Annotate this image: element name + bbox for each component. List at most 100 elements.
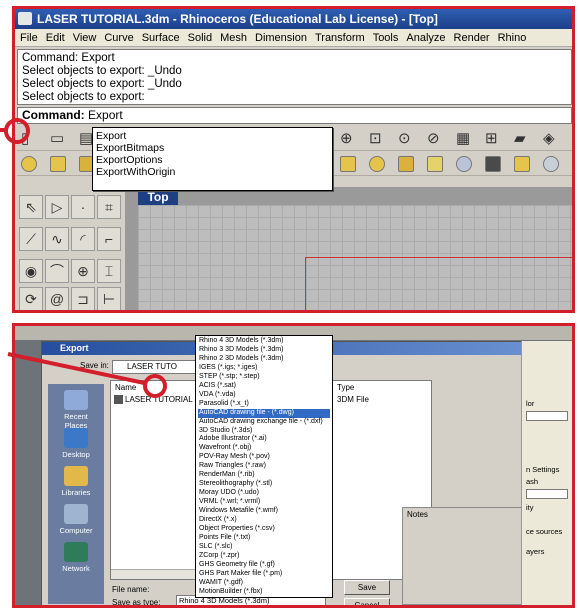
command-value[interactable]: Export — [88, 108, 123, 122]
file-type-option[interactable]: MotionBuilder (*.fbx) — [198, 588, 330, 597]
file-type-option[interactable]: Wavefront (*.obj) — [198, 444, 330, 453]
surface-tool-icon[interactable] — [340, 156, 356, 172]
curve-icon[interactable]: ∿ — [45, 227, 69, 251]
file-type-option[interactable]: ZCorp (*.zpr) — [198, 552, 330, 561]
prop-line: ash — [526, 477, 539, 486]
file-type-option[interactable]: Parasolid (*.x_t) — [198, 400, 330, 409]
line-icon[interactable]: ⟋ — [19, 227, 43, 251]
place-network[interactable]: Network — [52, 542, 100, 573]
file-type-option[interactable]: 3D Studio (*.3ds) — [198, 427, 330, 436]
zoom-extents-icon[interactable]: ⊙ — [398, 131, 414, 147]
select-arrow-icon[interactable]: ⇖ — [19, 195, 43, 219]
file-type-option[interactable]: Raw Triangles (*.raw) — [198, 462, 330, 471]
cancel-button[interactable]: Cancel — [344, 598, 390, 605]
surface-tool-icon[interactable] — [369, 156, 385, 172]
file-type-option[interactable]: XGL (*.xgl) — [198, 597, 330, 598]
menu-item[interactable]: File — [20, 32, 38, 44]
surface-tool-icon[interactable] — [50, 156, 66, 172]
file-type-option[interactable]: Points File (*.txt) — [198, 534, 330, 543]
menu-item[interactable]: View — [73, 32, 97, 44]
zoom-icon[interactable]: ⊕ — [340, 131, 356, 147]
freeform-icon[interactable]: ⌒ — [45, 259, 69, 283]
file-type-option[interactable]: SLC (*.slc) — [198, 543, 330, 552]
surface-tool-icon[interactable] — [427, 156, 443, 172]
place-recent[interactable]: Recent Places — [52, 390, 100, 430]
file-type-option[interactable]: ACIS (*.sat) — [198, 382, 330, 391]
menu-item[interactable]: Analyze — [406, 32, 445, 44]
file-type-option[interactable]: Stereolithography (*.stl) — [198, 480, 330, 489]
polyline-icon[interactable]: ▷ — [45, 195, 69, 219]
file-type-option[interactable]: AutoCAD drawing file - (*.dwg) — [198, 408, 330, 418]
autocomplete-item[interactable]: ExportWithOrigin — [96, 166, 329, 178]
file-type-option[interactable]: Rhino 2 3D Models (*.3dm) — [198, 355, 330, 364]
rectangle-icon[interactable]: ⌗ — [97, 195, 121, 219]
render-icon[interactable]: ◈ — [543, 131, 559, 147]
surface-tool-icon[interactable] — [21, 156, 37, 172]
file-type-option[interactable]: POV-Ray Mesh (*.pov) — [198, 453, 330, 462]
ellipse-icon[interactable]: ⊕ — [71, 259, 95, 283]
menu-item[interactable]: Render — [454, 32, 490, 44]
surface-tool-icon[interactable] — [456, 156, 472, 172]
file-type-option[interactable]: Object Properties (*.csv) — [198, 525, 330, 534]
column-type[interactable]: Type — [337, 383, 354, 392]
file-type-option[interactable]: AutoCAD drawing exchange file - (*.dxf) — [198, 418, 330, 427]
layer-icon[interactable]: ▦ — [456, 131, 472, 147]
prop-field[interactable] — [526, 489, 568, 499]
offset-icon[interactable]: ⊐ — [71, 287, 95, 310]
menu-item[interactable]: Rhino — [498, 32, 527, 44]
file-type-option[interactable]: Adobe Illustrator (*.ai) — [198, 435, 330, 444]
file-type-option[interactable]: VDA (*.vda) — [198, 391, 330, 400]
helix-icon[interactable]: ⟳ — [19, 287, 43, 310]
file-type-list[interactable]: Rhino 4 3D Models (*.3dm) Rhino 3 3D Mode… — [195, 335, 333, 598]
file-type-option[interactable]: GHS Part Maker file (*.pm) — [198, 570, 330, 579]
autocomplete-item[interactable]: ExportBitmaps — [96, 142, 329, 154]
viewport-tab-top[interactable]: Top — [138, 190, 178, 205]
car-icon[interactable]: ▰ — [514, 131, 530, 147]
dimension-icon[interactable]: ⊢ — [97, 287, 121, 310]
arc-icon[interactable]: ◜ — [71, 227, 95, 251]
zoom-selected-icon[interactable]: ⊘ — [427, 131, 443, 147]
file-type-option[interactable]: IGES (*.igs; *.iges) — [198, 364, 330, 373]
file-type-option[interactable]: Rhino 4 3D Models (*.3dm) — [198, 337, 330, 346]
menu-item[interactable]: Edit — [46, 32, 65, 44]
menu-item[interactable]: Tools — [373, 32, 399, 44]
save-button[interactable]: Save — [344, 580, 390, 595]
spiral-icon[interactable]: @ — [45, 287, 69, 310]
autocomplete-item[interactable]: Export — [96, 130, 329, 142]
menu-item[interactable]: Mesh — [220, 32, 247, 44]
text-icon[interactable]: ⌶ — [97, 259, 121, 283]
prop-line: n Settings — [526, 465, 560, 474]
column-name[interactable]: Name — [115, 383, 136, 392]
place-computer[interactable]: Computer — [52, 504, 100, 535]
autocomplete-item[interactable]: ExportOptions — [96, 154, 329, 166]
point-icon[interactable]: · — [71, 195, 95, 219]
file-type-option[interactable]: GHS Geometry file (*.gf) — [198, 561, 330, 570]
polygon-icon[interactable]: ⌐ — [97, 227, 121, 251]
file-type-option[interactable]: RenderMan (*.rib) — [198, 471, 330, 480]
file-type-option[interactable]: STEP (*.stp; *.step) — [198, 373, 330, 382]
surface-tool-icon[interactable] — [485, 156, 501, 172]
file-type-option[interactable]: VRML (*.wrl; *.vrml) — [198, 498, 330, 507]
prop-field[interactable] — [526, 411, 568, 421]
command-input[interactable]: Command: Export — [17, 107, 572, 124]
file-type-option[interactable]: Windows Metafile (*.wmf) — [198, 507, 330, 516]
menu-item[interactable]: Solid — [188, 32, 212, 44]
menu-item[interactable]: Transform — [315, 32, 365, 44]
recent-places-icon — [64, 390, 88, 410]
place-desktop[interactable]: Desktop — [52, 428, 100, 459]
surface-tool-icon[interactable] — [543, 156, 559, 172]
open-folder-icon[interactable]: ▭ — [50, 131, 66, 147]
surface-tool-icon[interactable] — [514, 156, 530, 172]
place-libraries[interactable]: Libraries — [52, 466, 100, 497]
file-type-option[interactable]: DirectX (*.x) — [198, 516, 330, 525]
menu-item[interactable]: Curve — [104, 32, 133, 44]
file-type-option[interactable]: Rhino 3 3D Models (*.3dm) — [198, 346, 330, 355]
menu-item[interactable]: Dimension — [255, 32, 307, 44]
menu-item[interactable]: Surface — [142, 32, 180, 44]
file-type-option[interactable]: Moray UDO (*.udo) — [198, 489, 330, 498]
file-type-option[interactable]: WAMIT (*.gdf) — [198, 579, 330, 588]
surface-tool-icon[interactable] — [398, 156, 414, 172]
grid-icon[interactable]: ⊞ — [485, 131, 501, 147]
zoom-window-icon[interactable]: ⊡ — [369, 131, 385, 147]
circle-icon[interactable]: ◉ — [19, 259, 43, 283]
